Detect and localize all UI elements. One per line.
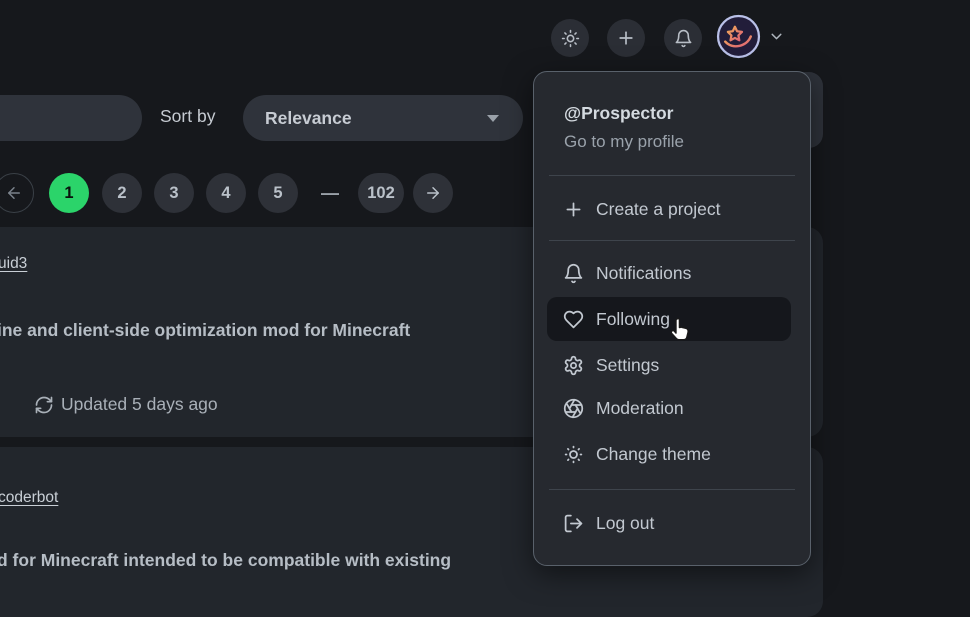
- create-button[interactable]: [607, 19, 645, 57]
- plus-icon: [563, 199, 584, 220]
- theme-toggle-button[interactable]: [551, 19, 589, 57]
- menu-item-label: Notifications: [596, 263, 691, 284]
- heart-icon: [563, 309, 584, 330]
- menu-item-label: Following: [596, 309, 670, 330]
- plus-icon: [616, 28, 636, 48]
- menu-item-label: Create a project: [596, 199, 721, 220]
- menu-item-following[interactable]: Following: [547, 297, 791, 341]
- sort-select[interactable]: Relevance: [243, 95, 523, 141]
- bell-icon: [674, 29, 693, 48]
- result-summary: d for Minecraft intended to be compatibl…: [0, 550, 451, 571]
- pagination-page-last[interactable]: 102: [358, 173, 404, 213]
- result-author-link[interactable]: uid3: [0, 255, 27, 273]
- search-input[interactable]: [0, 95, 142, 141]
- pagination-page-3[interactable]: 3: [154, 173, 194, 213]
- pagination-ellipsis: —: [316, 173, 344, 213]
- log-out-icon: [563, 513, 584, 534]
- arrow-right-icon: [424, 184, 442, 202]
- result-updated: Updated 5 days ago: [34, 394, 218, 415]
- menu-divider: [549, 489, 795, 490]
- avatar: [716, 14, 761, 59]
- user-dropdown-menu: @Prospector Go to my profile Create a pr…: [533, 71, 811, 566]
- sort-select-value: Relevance: [265, 108, 352, 129]
- menu-divider: [549, 175, 795, 176]
- menu-profile-link[interactable]: Go to my profile: [564, 132, 684, 152]
- menu-item-settings[interactable]: Settings: [547, 343, 791, 387]
- gear-icon: [563, 355, 584, 376]
- pagination-page-2[interactable]: 2: [102, 173, 142, 213]
- pagination-page-4[interactable]: 4: [206, 173, 246, 213]
- result-author-link[interactable]: coderbot: [0, 489, 58, 507]
- menu-item-moderation[interactable]: Moderation: [547, 386, 791, 430]
- menu-item-label: Settings: [596, 355, 659, 376]
- menu-item-label: Moderation: [596, 398, 684, 419]
- menu-item-logout[interactable]: Log out: [547, 501, 791, 545]
- sort-by-label: Sort by: [160, 106, 215, 127]
- pagination-next-button[interactable]: [413, 173, 453, 213]
- sun-icon: [563, 444, 584, 465]
- arrow-left-icon: [5, 184, 23, 202]
- pagination-page-5[interactable]: 5: [258, 173, 298, 213]
- pagination-page-1[interactable]: 1: [49, 173, 89, 213]
- aperture-icon: [563, 398, 584, 419]
- menu-item-create-project[interactable]: Create a project: [547, 187, 791, 231]
- menu-item-label: Change theme: [596, 444, 711, 465]
- menu-username: @Prospector: [564, 103, 673, 124]
- user-menu-button[interactable]: [716, 14, 785, 59]
- notifications-button[interactable]: [664, 19, 702, 57]
- sun-icon: [561, 29, 580, 48]
- menu-item-label: Log out: [596, 513, 654, 534]
- menu-item-notifications[interactable]: Notifications: [547, 251, 791, 295]
- bell-icon: [563, 263, 584, 284]
- result-updated-text: Updated 5 days ago: [61, 394, 218, 415]
- caret-down-icon: [487, 115, 499, 122]
- refresh-icon: [34, 395, 54, 415]
- pagination-prev-button[interactable]: [0, 173, 34, 213]
- chevron-down-icon: [768, 28, 785, 45]
- menu-divider: [549, 240, 795, 241]
- result-summary: ine and client-side optimization mod for…: [0, 320, 410, 341]
- menu-item-change-theme[interactable]: Change theme: [547, 432, 791, 476]
